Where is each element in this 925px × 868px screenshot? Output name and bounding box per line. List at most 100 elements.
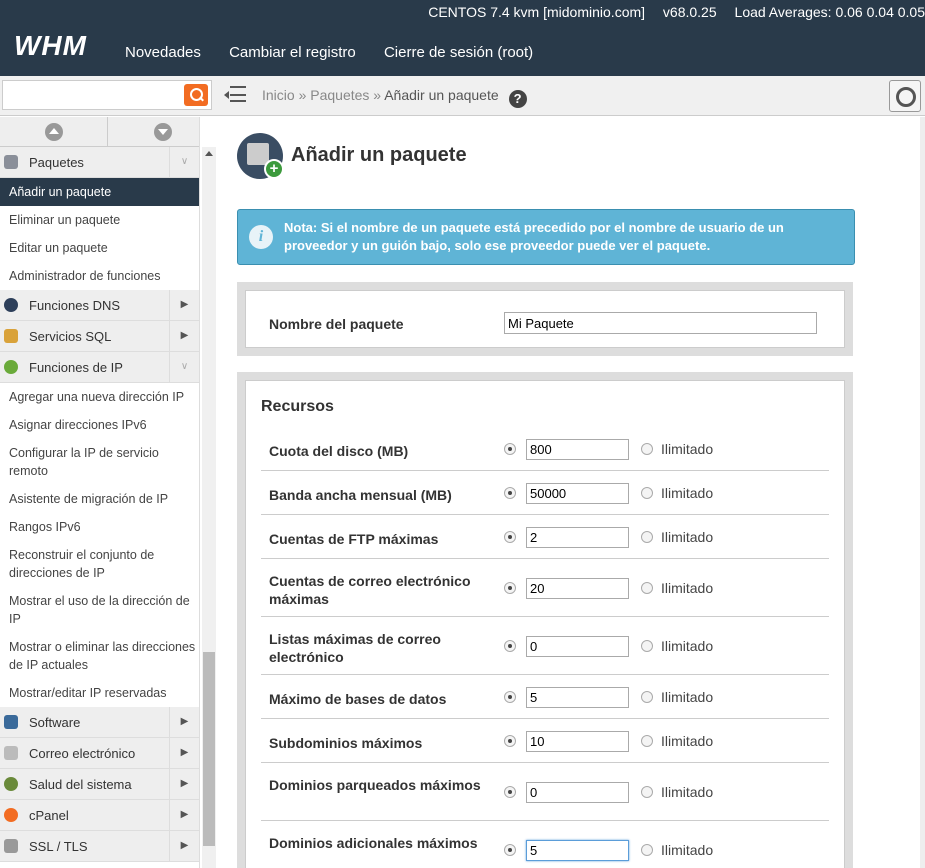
sidebar-item-ip-migration[interactable]: Asistente de migración de IP — [0, 485, 199, 513]
parked-domains-input[interactable] — [526, 782, 629, 803]
sidebar-item-rebuild-ip-pool[interactable]: Reconstruir el conjunto de direcciones d… — [0, 541, 199, 587]
main-scrollbar[interactable] — [920, 117, 925, 868]
chevron-right-icon[interactable]: ▶ — [169, 800, 199, 831]
nav-logout[interactable]: Cierre de sesión (root) — [384, 44, 533, 61]
unlimited-label: Ilimitado — [661, 784, 714, 800]
mailing-lists-radio-value[interactable] — [504, 640, 516, 652]
subdomains-input[interactable] — [526, 731, 629, 752]
sidebar-cat-label: SSL / TLS — [29, 839, 88, 854]
software-icon — [4, 715, 18, 729]
sidebar-item-feature-manager[interactable]: Administrador de funciones — [0, 262, 199, 290]
ftp-accounts-radio-value[interactable] — [504, 531, 516, 543]
addon-domains-radio-unlimited[interactable] — [641, 844, 653, 856]
sidebar-item-show-delete-ips[interactable]: Mostrar o eliminar las direcciones de IP… — [0, 633, 199, 679]
nav-change-log[interactable]: Cambiar el registro — [229, 44, 356, 61]
sidebar-cat-cpanel[interactable]: cPanel ▶ — [0, 800, 199, 831]
mail-icon — [4, 746, 18, 760]
main-content: + Añadir un paquete i Nota: Si el nombre… — [217, 117, 920, 868]
chevron-right-icon[interactable]: ▶ — [169, 707, 199, 738]
addon-domains-input[interactable] — [526, 840, 629, 861]
package-name-input[interactable] — [504, 312, 817, 334]
breadcrumb-current: Añadir un paquete — [384, 87, 499, 103]
databases-radio-unlimited[interactable] — [641, 691, 653, 703]
chevron-right-icon[interactable]: ▶ — [169, 769, 199, 800]
help-icon[interactable]: ? — [508, 90, 527, 108]
databases-input[interactable] — [526, 687, 629, 708]
sidebar-cat-software[interactable]: Software ▶ — [0, 707, 199, 738]
dns-icon — [4, 298, 18, 312]
sidebar-item-add-ip[interactable]: Agregar una nueva dirección IP — [0, 383, 199, 411]
sidebar-cat-ip[interactable]: Funciones de IP ∨ — [0, 352, 199, 383]
gear-icon — [4, 777, 18, 791]
email-accounts-input[interactable] — [526, 578, 629, 599]
sidebar-cat-ssl[interactable]: SSL / TLS ▶ — [0, 831, 199, 862]
sidebar-cat-packages[interactable]: Paquetes ∨ — [0, 147, 199, 178]
sidebar-item-assign-ipv6[interactable]: Asignar direcciones IPv6 — [0, 411, 199, 439]
lifebuoy-icon[interactable] — [889, 80, 921, 112]
chevron-down-icon[interactable]: ∨ — [169, 352, 199, 383]
search-input[interactable] — [3, 81, 183, 109]
sidebar-item-ip-usage[interactable]: Mostrar el uso de la dirección de IP — [0, 587, 199, 633]
sidebar-cat-health[interactable]: Salud del sistema ▶ — [0, 769, 199, 800]
info-icon: i — [249, 225, 273, 249]
unlimited-label: Ilimitado — [661, 638, 714, 654]
disk-quota-radio-value[interactable] — [504, 443, 516, 455]
email-accounts-radio-value[interactable] — [504, 582, 516, 594]
chevron-right-icon[interactable]: ▶ — [169, 831, 199, 862]
whm-logo[interactable]: WHM — [14, 30, 87, 62]
ftp-accounts-label: Cuentas de FTP máximas — [269, 531, 439, 547]
disk-quota-input[interactable] — [526, 439, 629, 460]
breadcrumb-home[interactable]: Inicio » — [262, 87, 306, 103]
chevron-right-icon[interactable]: ▶ — [169, 321, 199, 352]
databases-radio-value[interactable] — [504, 691, 516, 703]
sidebar-item-delete-package[interactable]: Eliminar un paquete — [0, 206, 199, 234]
sidebar-item-ipv6-ranges[interactable]: Rangos IPv6 — [0, 513, 199, 541]
breadcrumb: Inicio » Paquetes » Añadir un paquete ? — [262, 87, 527, 108]
ftp-accounts-radio-unlimited[interactable] — [641, 531, 653, 543]
chevron-right-icon[interactable]: ▶ — [169, 290, 199, 321]
version-info: v68.0.25 — [662, 4, 717, 20]
unlimited-label: Ilimitado — [661, 580, 714, 596]
unlimited-label: Ilimitado — [661, 485, 714, 501]
package-icon — [4, 155, 18, 169]
sidebar-item-add-package[interactable]: Añadir un paquete — [0, 178, 199, 206]
sidebar-scrollbar[interactable] — [202, 147, 216, 868]
email-accounts-label: Cuentas de correo electrónico máximas — [269, 573, 471, 607]
email-accounts-radio-unlimited[interactable] — [641, 582, 653, 594]
parked-domains-radio-unlimited[interactable] — [641, 786, 653, 798]
sidebar-scroll-thumb[interactable] — [203, 652, 215, 846]
nav-news[interactable]: Novedades — [125, 44, 201, 61]
scroll-up-arrow-icon[interactable] — [205, 151, 213, 156]
resource-row: Cuentas de FTP máximas Ilimitado — [261, 515, 829, 559]
bandwidth-radio-unlimited[interactable] — [641, 487, 653, 499]
addon-domains-label: Dominios adicionales máximos — [269, 835, 478, 851]
sidebar-cat-sql[interactable]: Servicios SQL ▶ — [0, 321, 199, 352]
sidebar-cat-dns[interactable]: Funciones DNS ▶ — [0, 290, 199, 321]
parked-domains-radio-value[interactable] — [504, 786, 516, 798]
mailing-lists-radio-unlimited[interactable] — [641, 640, 653, 652]
collapse-sidebar-icon[interactable] — [224, 86, 248, 104]
sidebar: Paquetes ∨ Añadir un paquete Eliminar un… — [0, 117, 200, 868]
sidebar-item-edit-package[interactable]: Editar un paquete — [0, 234, 199, 262]
bandwidth-input[interactable] — [526, 483, 629, 504]
breadcrumb-packages[interactable]: Paquetes » — [310, 87, 381, 103]
sidebar-cat-label: Salud del sistema — [29, 777, 132, 792]
mailing-lists-input[interactable] — [526, 636, 629, 657]
scroll-up-icon[interactable] — [45, 123, 63, 141]
scroll-down-icon[interactable] — [154, 123, 172, 141]
subdomains-radio-value[interactable] — [504, 735, 516, 747]
disk-quota-radio-unlimited[interactable] — [641, 443, 653, 455]
chevron-right-icon[interactable]: ▶ — [169, 738, 199, 769]
sidebar-item-remote-service-ip[interactable]: Configurar la IP de servicio remoto — [0, 439, 199, 485]
sidebar-cat-mail[interactable]: Correo electrónico ▶ — [0, 738, 199, 769]
bandwidth-radio-value[interactable] — [504, 487, 516, 499]
ftp-accounts-input[interactable] — [526, 527, 629, 548]
addon-domains-radio-value[interactable] — [504, 844, 516, 856]
subdomains-radio-unlimited[interactable] — [641, 735, 653, 747]
disk-quota-label: Cuota del disco (MB) — [269, 443, 409, 459]
chevron-down-icon[interactable]: ∨ — [169, 147, 199, 178]
unlimited-label: Ilimitado — [661, 689, 714, 705]
sidebar-cat-label: Paquetes — [29, 155, 84, 170]
search-icon[interactable] — [184, 84, 208, 106]
sidebar-item-reserved-ips[interactable]: Mostrar/editar IP reservadas — [0, 679, 199, 707]
